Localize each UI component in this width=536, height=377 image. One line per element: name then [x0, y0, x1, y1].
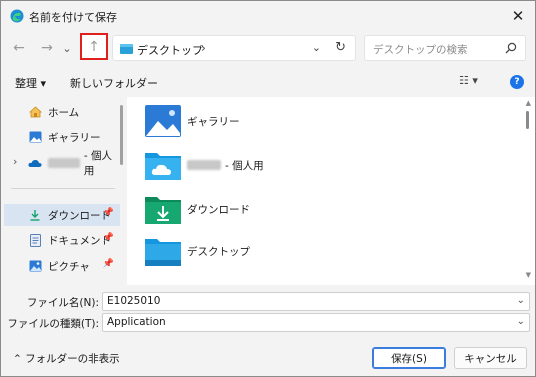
search-input[interactable]: デスクトップの検索 [364, 35, 526, 61]
file-item-desktop[interactable]: デスクトップ [143, 231, 250, 271]
sidebar-item-label: ホーム [48, 106, 80, 119]
file-item-label: ダウンロード [187, 203, 250, 216]
close-button[interactable]: ✕ [501, 1, 535, 31]
file-item-gallery[interactable]: ギャラリー [143, 101, 240, 141]
sidebar-item-gallery[interactable]: ギャラリー [4, 126, 120, 148]
filetype-select[interactable]: Application ⌄ [102, 313, 530, 332]
help-icon[interactable]: ? [510, 75, 524, 89]
filename-row: ファイル名(N): E1025010 ⌄ [1, 291, 535, 313]
sidebar-item-label: ピクチャ [48, 260, 90, 273]
file-list-scrollbar[interactable] [526, 111, 529, 129]
chevron-right-icon[interactable]: › [13, 155, 17, 168]
sidebar-item-downloads[interactable]: ダウンロード 📌 [4, 204, 120, 226]
sidebar-scrollbar[interactable] [120, 105, 123, 165]
arrow-right-icon: → [41, 40, 53, 56]
file-item-label: デスクトップ [187, 245, 250, 258]
document-icon [28, 233, 42, 247]
filetype-value[interactable]: Application [107, 316, 166, 328]
sidebar-item-label: - 個人用 [83, 150, 112, 177]
sidebar-item-onedrive[interactable]: › - 個人用 [4, 150, 120, 177]
hide-folders-toggle[interactable]: ⌃ フォルダーの非表示 [13, 351, 120, 366]
pictures-icon [28, 259, 42, 273]
desktop-folder-icon [120, 44, 133, 54]
sidebar-item-home[interactable]: ホーム [4, 101, 120, 123]
filename-value[interactable]: E1025010 [107, 295, 160, 307]
sidebar-item-label: ギャラリー [48, 131, 101, 144]
arrow-left-icon: ← [13, 40, 25, 56]
title-bar: 名前を付けて保存 ✕ [1, 1, 535, 31]
edge-app-icon [10, 9, 24, 23]
address-bar[interactable]: デスクトップ › ⌄ ↻ [112, 35, 356, 61]
download-folder-icon [145, 197, 181, 224]
redacted-account-name [48, 158, 80, 168]
content-area: ホーム ギャラリー › - 個人用 ダウンロード 📌 ドキュメント 📌 ピクチャ… [1, 97, 535, 285]
onedrive-icon [28, 156, 42, 170]
command-bar: 整理 ▾ 新しいフォルダー ☷ ▾ ? [1, 69, 535, 95]
address-path[interactable]: デスクトップ [137, 42, 203, 58]
chevron-down-icon: ⌄ [62, 41, 72, 55]
filetype-label: ファイルの種類(T): [7, 318, 99, 330]
sidebar-item-label: ドキュメント [48, 234, 111, 247]
redacted-account-name [187, 160, 221, 170]
file-item-downloads[interactable]: ダウンロード [143, 189, 250, 229]
save-as-dialog: 名前を付けて保存 ✕ ← → ⌄ ↑ デスクトップ › ⌄ ↻ デスクトップの検… [0, 0, 536, 377]
gallery-icon [28, 130, 42, 144]
file-item-label: - 個人用 [225, 159, 264, 172]
file-item-onedrive[interactable]: - 個人用 [143, 145, 264, 185]
search-icon [505, 42, 517, 54]
file-list-pane: ギャラリー - 個人用 ダウンロード デスクトップ ▲ ▼ [127, 97, 535, 285]
sidebar-divider [11, 188, 115, 189]
refresh-icon[interactable]: ↻ [335, 40, 346, 55]
gallery-folder-icon [145, 105, 181, 137]
window-title: 名前を付けて保存 [29, 11, 117, 24]
navigation-pane: ホーム ギャラリー › - 個人用 ダウンロード 📌 ドキュメント 📌 ピクチャ… [1, 97, 123, 285]
file-item-label: ギャラリー [187, 115, 240, 128]
chevron-down-icon[interactable]: ⌄ [517, 316, 525, 327]
dialog-footer: ⌃ フォルダーの非表示 保存(S) キャンセル [1, 339, 535, 377]
sidebar-item-label: ダウンロード [48, 209, 111, 222]
navigation-bar: ← → ⌄ ↑ デスクトップ › ⌄ ↻ デスクトップの検索 [1, 31, 535, 65]
chevron-down-icon[interactable]: ⌄ [517, 295, 525, 306]
scroll-up-icon[interactable]: ▲ [526, 99, 531, 107]
new-folder-button[interactable]: 新しいフォルダー [70, 75, 158, 91]
filetype-row: ファイルの種類(T): Application ⌄ [1, 312, 535, 334]
home-icon [28, 105, 42, 119]
pin-icon: 📌 [102, 259, 114, 269]
recent-locations-button[interactable]: ⌄ [60, 37, 74, 59]
download-icon [28, 208, 42, 222]
search-placeholder: デスクトップの検索 [373, 44, 468, 56]
sidebar-item-documents[interactable]: ドキュメント 📌 [4, 229, 120, 251]
breadcrumb-chevron-icon[interactable]: › [201, 41, 206, 55]
view-options-icon[interactable]: ☷ ▾ [459, 74, 478, 87]
sidebar-item-pictures[interactable]: ピクチャ 📌 [4, 255, 120, 277]
pin-icon: 📌 [102, 233, 114, 243]
address-dropdown-icon[interactable]: ⌄ [312, 41, 321, 54]
filename-label: ファイル名(N): [26, 297, 99, 309]
pin-icon: 📌 [102, 208, 114, 218]
organize-menu[interactable]: 整理 ▾ [15, 75, 46, 91]
arrow-up-icon: ↑ [88, 38, 100, 55]
close-icon: ✕ [511, 7, 525, 25]
scroll-down-icon[interactable]: ▼ [526, 271, 531, 279]
cancel-button[interactable]: キャンセル [454, 347, 527, 369]
forward-button[interactable]: → [36, 37, 58, 59]
save-button[interactable]: 保存(S) [372, 347, 446, 369]
up-button[interactable]: ↑ [80, 33, 108, 60]
onedrive-folder-icon [145, 153, 181, 180]
desktop-folder-icon [145, 239, 181, 266]
back-button[interactable]: ← [8, 37, 30, 59]
filename-input[interactable]: E1025010 ⌄ [102, 292, 530, 311]
